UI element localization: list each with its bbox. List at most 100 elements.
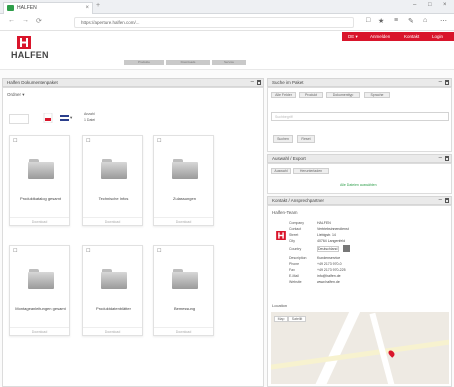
thumbnail-toggle[interactable] (9, 114, 29, 124)
search-panel: Alle Felder Produkt Dokumenttyp Sprache … (267, 87, 452, 152)
reading-view-icon[interactable]: □ (366, 17, 370, 24)
folder-footer[interactable]: Download (83, 327, 142, 335)
minimize-panel-icon[interactable]: – (439, 78, 442, 86)
folder-icon (101, 159, 127, 179)
nav-item-service[interactable]: Service (212, 60, 246, 65)
folder-footer[interactable]: Download (154, 327, 213, 335)
document-panel-title: Halfen Dokumentenpaket (7, 80, 58, 85)
browser-tab-bar: HALFEN × + – □ × (0, 0, 454, 14)
util-link-contact[interactable]: Kontakt (404, 32, 419, 41)
close-window-icon[interactable]: × (443, 2, 447, 8)
maximize-panel-icon[interactable] (445, 198, 449, 203)
search-tab-language[interactable]: Sprache (364, 92, 390, 98)
contact-value: +49 2173 970-225 (317, 268, 346, 272)
country-select[interactable]: Deutschland (317, 246, 339, 252)
contact-value: Kundenservice (317, 256, 341, 260)
folder-card[interactable]: ☐ Montageanleitungen gesamt Download (9, 245, 70, 336)
more-icon[interactable]: ⋯ (440, 17, 447, 25)
search-button[interactable]: Suchen (273, 135, 293, 143)
hub-icon[interactable]: ≡ (394, 17, 398, 24)
search-tab-all[interactable]: Alle Felder (271, 92, 296, 98)
folder-card[interactable]: ☐ Zulassungen Download (153, 135, 214, 226)
home-icon[interactable]: ⌂ (423, 17, 427, 24)
contact-label: City (289, 239, 296, 243)
download-button[interactable]: Herunterladen (293, 168, 329, 174)
contact-email[interactable]: info@halfen.de (317, 274, 341, 278)
select-all-link[interactable]: Alle Dateien auswählen (340, 183, 377, 187)
contact-value: Liebigstr. 14 (317, 233, 336, 237)
document-panel: Ordner ▾ ▾ Anzahl 1 Datei ☐ Produktkatal… (2, 87, 264, 387)
folder-card[interactable]: ☐ Produktkatalog gesamt Download (9, 135, 70, 226)
reset-button[interactable]: Reset (297, 135, 315, 143)
folder-icon (172, 159, 198, 179)
card-checkbox[interactable]: ☐ (157, 138, 161, 144)
folder-card[interactable]: ☐ Technische Infos Download (82, 135, 143, 226)
nav-item-products[interactable]: Produkte (124, 60, 164, 65)
language-selector[interactable]: DE ▾ (348, 32, 358, 41)
refresh-icon[interactable]: ⟳ (36, 17, 42, 25)
search-tab-product[interactable]: Produkt (299, 92, 323, 98)
map-tab[interactable]: Map (274, 316, 288, 322)
contact-label: Company (289, 221, 304, 225)
maximize-panel-icon[interactable] (257, 80, 261, 85)
minimize-panel-icon[interactable]: – (251, 78, 254, 86)
minimize-panel-icon[interactable]: – (439, 154, 442, 162)
pdf-icon[interactable] (43, 113, 53, 123)
contact-panel-header: Kontakt / Ansprechpartner – (267, 196, 452, 205)
folder-name: Montageanleitungen gesamt (15, 306, 66, 311)
folder-footer[interactable]: Download (154, 217, 213, 225)
url-input[interactable]: https://aperture.halfen.com/... (74, 17, 354, 28)
note-icon[interactable]: ✎ (408, 17, 414, 25)
main-nav: Produkte Downloads Service (124, 60, 246, 65)
card-checkbox[interactable]: ☐ (13, 248, 17, 254)
contact-subtitle: Halfen-Team (272, 210, 298, 215)
back-icon[interactable]: ← (8, 17, 15, 24)
document-panel-header: Halfen Dokumentenpaket – (2, 78, 264, 87)
maximize-icon[interactable]: □ (428, 2, 432, 8)
new-tab-button[interactable]: + (96, 2, 100, 9)
contact-label: Phone (289, 262, 300, 266)
location-map[interactable]: Map Satellit (271, 312, 449, 384)
folder-footer[interactable]: Download (83, 217, 142, 225)
card-checkbox[interactable]: ☐ (86, 138, 90, 144)
address-bar: ← → ⟳ https://aperture.halfen.com/... □ … (0, 14, 454, 31)
count-label: Anzahl (84, 112, 95, 116)
folder-card[interactable]: ☐ Produktdatenblätter Download (82, 245, 143, 336)
maximize-panel-icon[interactable] (445, 80, 449, 85)
card-checkbox[interactable]: ☐ (86, 248, 90, 254)
folder-card[interactable]: ☐ Bemessung Download (153, 245, 214, 336)
util-link-register[interactable]: Anmelden (370, 32, 390, 41)
maximize-panel-icon[interactable] (445, 156, 449, 161)
card-checkbox[interactable]: ☐ (157, 248, 161, 254)
forward-icon[interactable]: → (22, 17, 29, 24)
calendar-icon[interactable] (343, 245, 350, 252)
logo-text: HALFEN (11, 50, 49, 60)
contact-website[interactable]: www.halfen.de (317, 280, 340, 284)
folder-name: Produktkatalog gesamt (20, 196, 61, 201)
minimize-icon[interactable]: – (413, 2, 416, 8)
contact-label: Fax (289, 268, 295, 272)
card-checkbox[interactable]: ☐ (13, 138, 17, 144)
folder-footer[interactable]: Download (10, 217, 69, 225)
contact-label: Country (289, 247, 302, 251)
flag-icon (60, 115, 69, 121)
folder-footer[interactable]: Download (10, 327, 69, 335)
selection-panel-title: Auswahl / Export (272, 156, 306, 161)
search-panel-header: Suche im Paket – (267, 78, 452, 87)
halfen-logo-icon[interactable] (17, 36, 31, 49)
search-input[interactable]: Suchbegriff (271, 112, 449, 121)
language-dropdown[interactable]: ▾ (70, 115, 72, 121)
folder-filter[interactable]: Ordner ▾ (7, 92, 25, 98)
search-tab-doctype[interactable]: Dokumenttyp (326, 92, 360, 98)
close-tab-icon[interactable]: × (85, 3, 89, 14)
favorite-star-icon[interactable]: ★ (378, 17, 384, 25)
util-link-login[interactable]: Login (432, 32, 443, 41)
selection-button[interactable]: Auswahl (271, 168, 291, 174)
contact-panel-title: Kontakt / Ansprechpartner (272, 198, 325, 203)
contact-label: Website (289, 280, 302, 284)
satellite-tab[interactable]: Satellit (288, 316, 306, 322)
nav-item-downloads[interactable]: Downloads (166, 60, 210, 65)
contact-value: +49 2173 970-0 (317, 262, 342, 266)
minimize-panel-icon[interactable]: – (439, 196, 442, 204)
browser-tab[interactable]: HALFEN × (3, 2, 93, 14)
